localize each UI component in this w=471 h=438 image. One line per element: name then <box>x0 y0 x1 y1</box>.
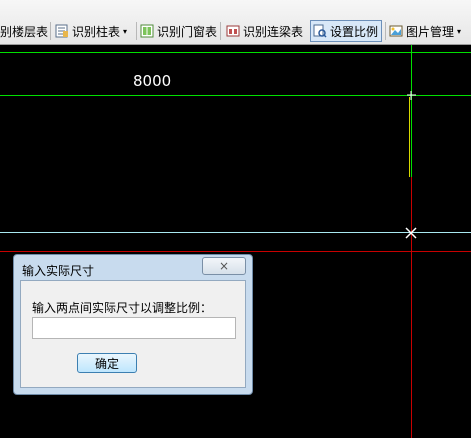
input-actual-size-dialog: 输入实际尺寸 × 输入两点间实际尺寸以调整比例： 确定 <box>13 254 253 395</box>
dialog-title: 输入实际尺寸 <box>22 264 95 278</box>
link-beam-table-icon <box>226 24 240 38</box>
crosshair-cursor-icon <box>405 227 417 239</box>
identify-door-window-table-button[interactable]: 识别门窗表 <box>140 21 217 41</box>
door-window-table-icon <box>140 24 154 38</box>
green-dimension-line <box>0 95 471 96</box>
chevron-down-icon: ▾ <box>123 26 128 36</box>
set-scale-button[interactable]: 设置比例 <box>310 20 383 42</box>
identify-floor-table-label: 别楼层表 <box>0 24 49 39</box>
dialog-body: 输入两点间实际尺寸以调整比例： 确定 <box>20 280 246 388</box>
column-table-icon <box>55 24 69 38</box>
identify-link-beam-table-button[interactable]: 识别连梁表 <box>226 21 303 41</box>
actual-size-input[interactable] <box>32 317 236 339</box>
chevron-down-icon: ▾ <box>457 26 462 36</box>
red-axis-line-horizontal <box>0 251 471 252</box>
identify-door-window-table-label: 识别门窗表 <box>157 24 218 39</box>
ok-button[interactable]: 确定 <box>77 353 137 373</box>
close-icon: × <box>218 259 230 273</box>
dimension-text: 8000 <box>133 72 172 90</box>
identify-column-table-button[interactable]: 识别柱表 ▾ <box>55 21 127 41</box>
dialog-prompt: 输入两点间实际尺寸以调整比例： <box>32 301 213 315</box>
set-scale-icon <box>313 24 327 38</box>
toolbar-separator <box>385 22 386 40</box>
yellow-wall-line <box>409 97 410 177</box>
dialog-close-button[interactable]: × <box>202 257 246 275</box>
toolbar-separator <box>50 22 51 40</box>
identify-column-table-label: 识别柱表 <box>72 24 121 39</box>
snap-point-icon <box>407 91 416 100</box>
cyan-measure-line <box>0 232 471 233</box>
toolbar-separator <box>136 22 137 40</box>
identify-floor-table-button[interactable]: 别楼层表 <box>0 21 48 41</box>
image-manage-label: 图片管理 <box>406 24 455 39</box>
green-axis-line-top <box>0 52 471 53</box>
green-axis-line-vertical <box>411 45 412 177</box>
image-manage-icon <box>389 24 403 38</box>
identify-link-beam-table-label: 识别连梁表 <box>243 24 304 39</box>
set-scale-label: 设置比例 <box>330 24 379 39</box>
image-manage-button[interactable]: 图片管理 ▾ <box>389 21 461 41</box>
toolbar: 别楼层表 识别柱表 ▾ 识别门窗表 识别连梁表 设置比例 图片管理 ▾ <box>0 0 471 45</box>
toolbar-separator <box>220 22 221 40</box>
